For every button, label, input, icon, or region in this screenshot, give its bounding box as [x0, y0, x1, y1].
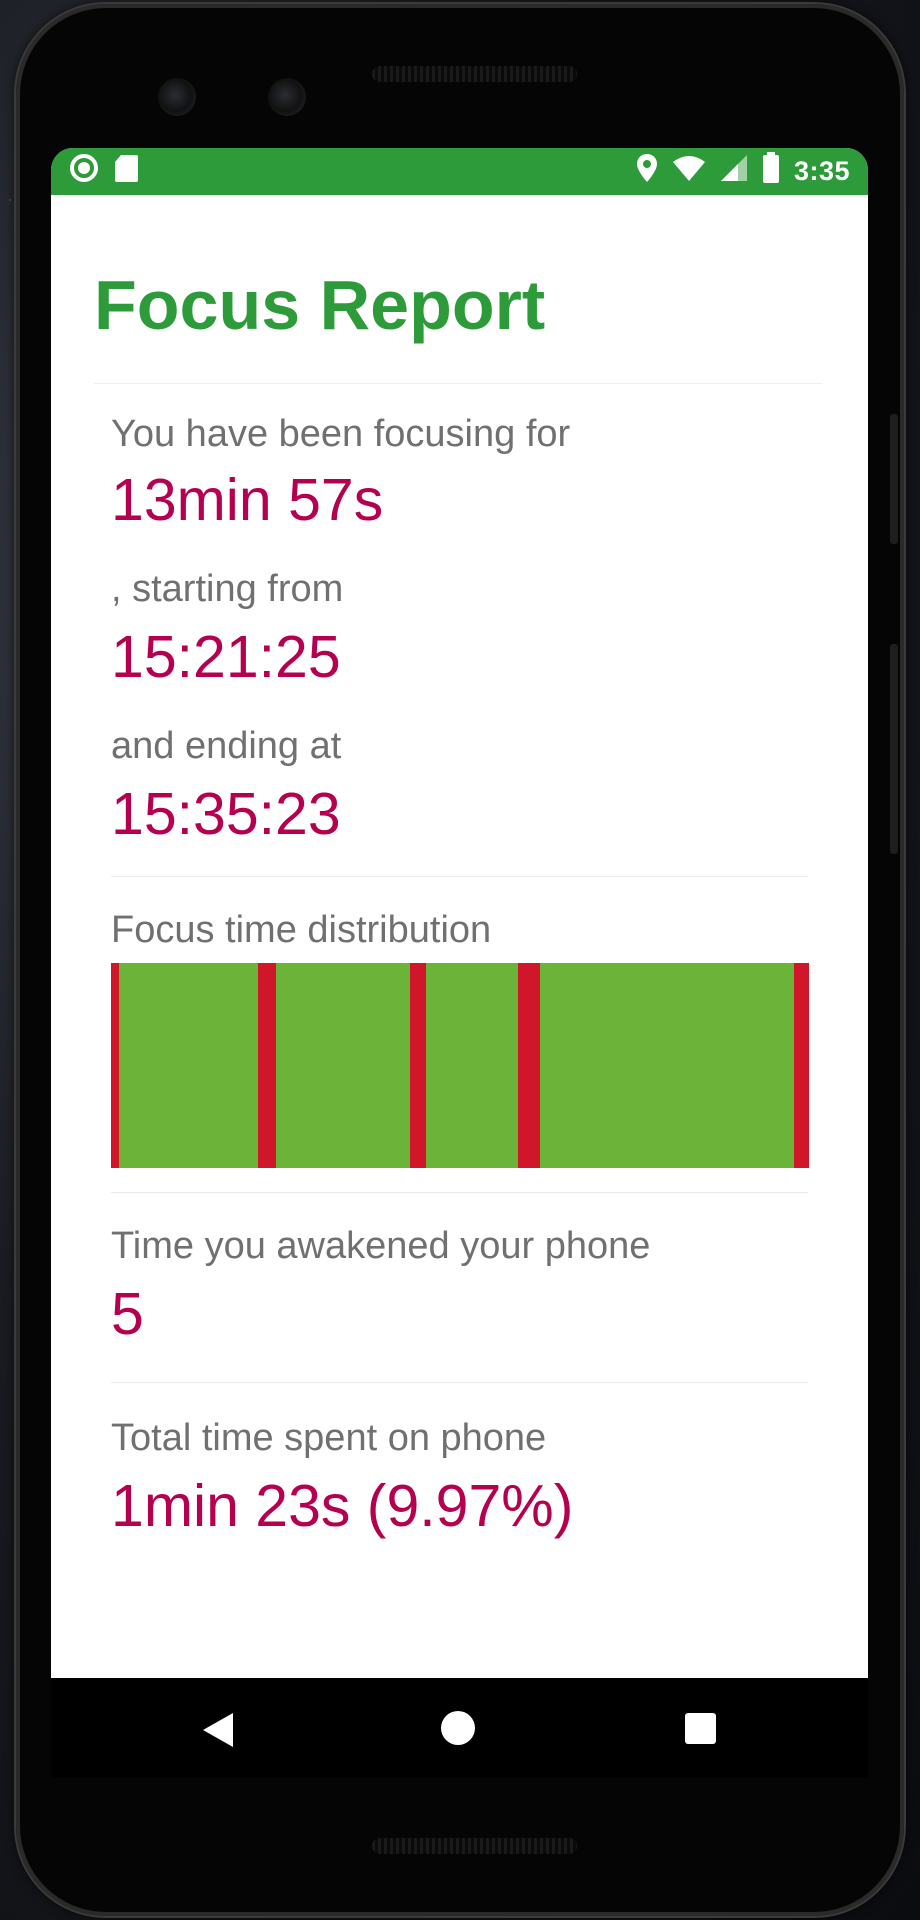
signal-icon [720, 154, 748, 189]
bottom-speaker [372, 1838, 577, 1854]
volume-rocker [890, 644, 898, 854]
power-button [890, 414, 898, 544]
record-icon [69, 153, 99, 190]
end-label: and ending at [111, 725, 342, 767]
start-label: , starting from [111, 568, 344, 610]
phone-use-segment [794, 963, 809, 1168]
focusing-section: You have been focusing for 13min 57s [94, 415, 808, 530]
sd-card-icon [113, 153, 139, 190]
top-speaker [372, 66, 577, 82]
status-bar: 3:35 [51, 148, 868, 195]
phone-use-segment [517, 963, 540, 1168]
start-time: 15:21:25 [111, 624, 341, 690]
divider [111, 1382, 808, 1383]
front-sensor-icon [268, 78, 306, 116]
phone-use-segment [258, 963, 277, 1168]
distribution-section: Focus time distribution [94, 911, 808, 949]
awakened-label: Time you awakened your phone [111, 1225, 651, 1267]
battery-icon [762, 152, 780, 191]
app-screen: 3:35 Focus Report You have been focusing… [51, 148, 868, 1678]
recents-icon[interactable] [685, 1713, 716, 1744]
distribution-label: Focus time distribution [111, 909, 492, 951]
home-icon[interactable] [441, 1711, 475, 1745]
divider [111, 1192, 808, 1193]
end-time: 15:35:23 [111, 781, 341, 847]
focusing-label: You have been focusing for [111, 413, 571, 455]
wifi-icon [672, 154, 706, 189]
focus-distribution-bar [111, 963, 809, 1168]
focusing-duration: 13min 57s [111, 467, 384, 533]
status-time: 3:35 [793, 156, 850, 186]
back-icon[interactable] [203, 1713, 233, 1747]
front-camera-icon [158, 78, 196, 116]
location-icon [636, 153, 658, 190]
awakened-count: 5 [111, 1281, 144, 1347]
total-phone-time: 1min 23s (9.97%) [111, 1473, 574, 1539]
report-content: Focus Report You have been focusing for … [51, 195, 868, 1536]
page-title: Focus Report [94, 195, 822, 384]
phone-use-segment [410, 963, 426, 1168]
total-section: Total time spent on phone 1min 23s (9.97… [94, 1419, 808, 1536]
divider [111, 876, 808, 877]
end-section: and ending at 15:35:23 [94, 727, 808, 844]
navigation-bar [51, 1678, 868, 1778]
awakened-section: Time you awakened your phone 5 [94, 1227, 808, 1344]
total-label: Total time spent on phone [111, 1417, 547, 1459]
start-section: , starting from 15:21:25 [94, 570, 808, 687]
phone-use-segment [111, 963, 119, 1168]
